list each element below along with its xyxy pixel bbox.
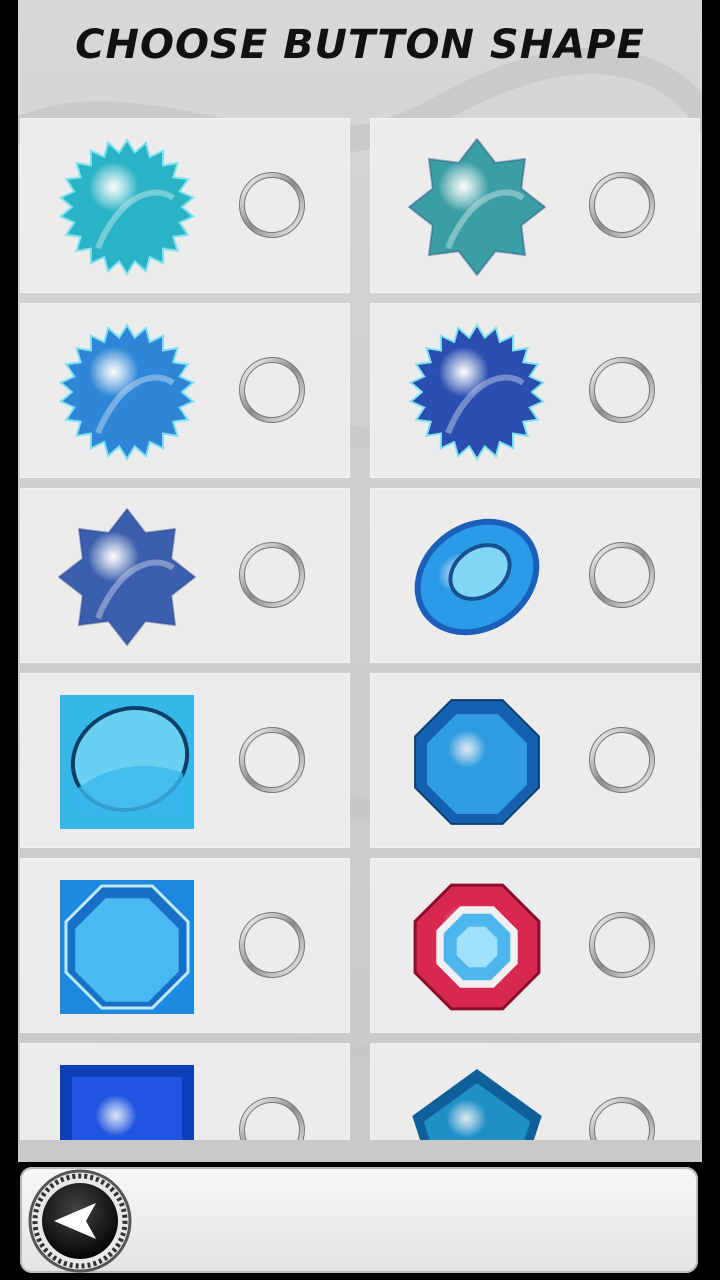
page-title: CHOOSE BUTTON SHAPE [75, 22, 645, 68]
teal-sunburst-icon[interactable] [58, 138, 196, 276]
navy-sunburst-icon[interactable] [408, 323, 546, 461]
blue-octagon-gem-icon[interactable] [408, 693, 546, 831]
shape-option[interactable] [20, 303, 350, 478]
back-button[interactable] [26, 1167, 134, 1273]
shape-option[interactable] [20, 118, 350, 293]
square-octagon-gem-icon[interactable] [58, 878, 196, 1016]
shape-radio-button[interactable] [238, 356, 306, 424]
shape-option[interactable] [370, 1043, 700, 1140]
shape-radio-button[interactable] [238, 726, 306, 794]
shape-radio-button[interactable] [238, 911, 306, 979]
shape-option[interactable] [20, 673, 350, 848]
shape-option[interactable] [20, 858, 350, 1033]
shape-radio-button[interactable] [238, 171, 306, 239]
shape-option[interactable] [370, 858, 700, 1033]
shape-option[interactable] [370, 673, 700, 848]
blue-sunburst-icon[interactable] [58, 323, 196, 461]
shape-radio-button[interactable] [588, 1096, 656, 1140]
shape-option[interactable] [370, 303, 700, 478]
blue-square-gem-icon[interactable] [58, 1063, 196, 1140]
shape-option[interactable] [20, 1043, 350, 1140]
shape-radio-button[interactable] [588, 171, 656, 239]
shape-option[interactable] [370, 118, 700, 293]
red-octagon-gem-icon[interactable] [408, 878, 546, 1016]
teal-star-icon[interactable] [407, 137, 547, 277]
shape-option[interactable] [370, 488, 700, 663]
app-screen: CHOOSE BUTTON SHAPE [0, 0, 720, 1280]
teal-pentagon-gem-icon[interactable] [408, 1063, 546, 1140]
shape-radio-button[interactable] [588, 911, 656, 979]
blue-star-icon[interactable] [57, 507, 197, 647]
back-arrow-icon [28, 1169, 132, 1273]
shape-picker-panel: CHOOSE BUTTON SHAPE [18, 0, 702, 1162]
shape-radio-button[interactable] [588, 541, 656, 609]
shape-grid [20, 118, 700, 1140]
square-oval-gem-icon[interactable] [58, 693, 196, 831]
blue-oval-gem-icon[interactable] [408, 508, 546, 646]
shape-radio-button[interactable] [238, 541, 306, 609]
shape-option[interactable] [20, 488, 350, 663]
shape-radio-button[interactable] [588, 726, 656, 794]
shape-radio-button[interactable] [588, 356, 656, 424]
shape-radio-button[interactable] [238, 1096, 306, 1140]
bottom-bar [20, 1167, 698, 1273]
